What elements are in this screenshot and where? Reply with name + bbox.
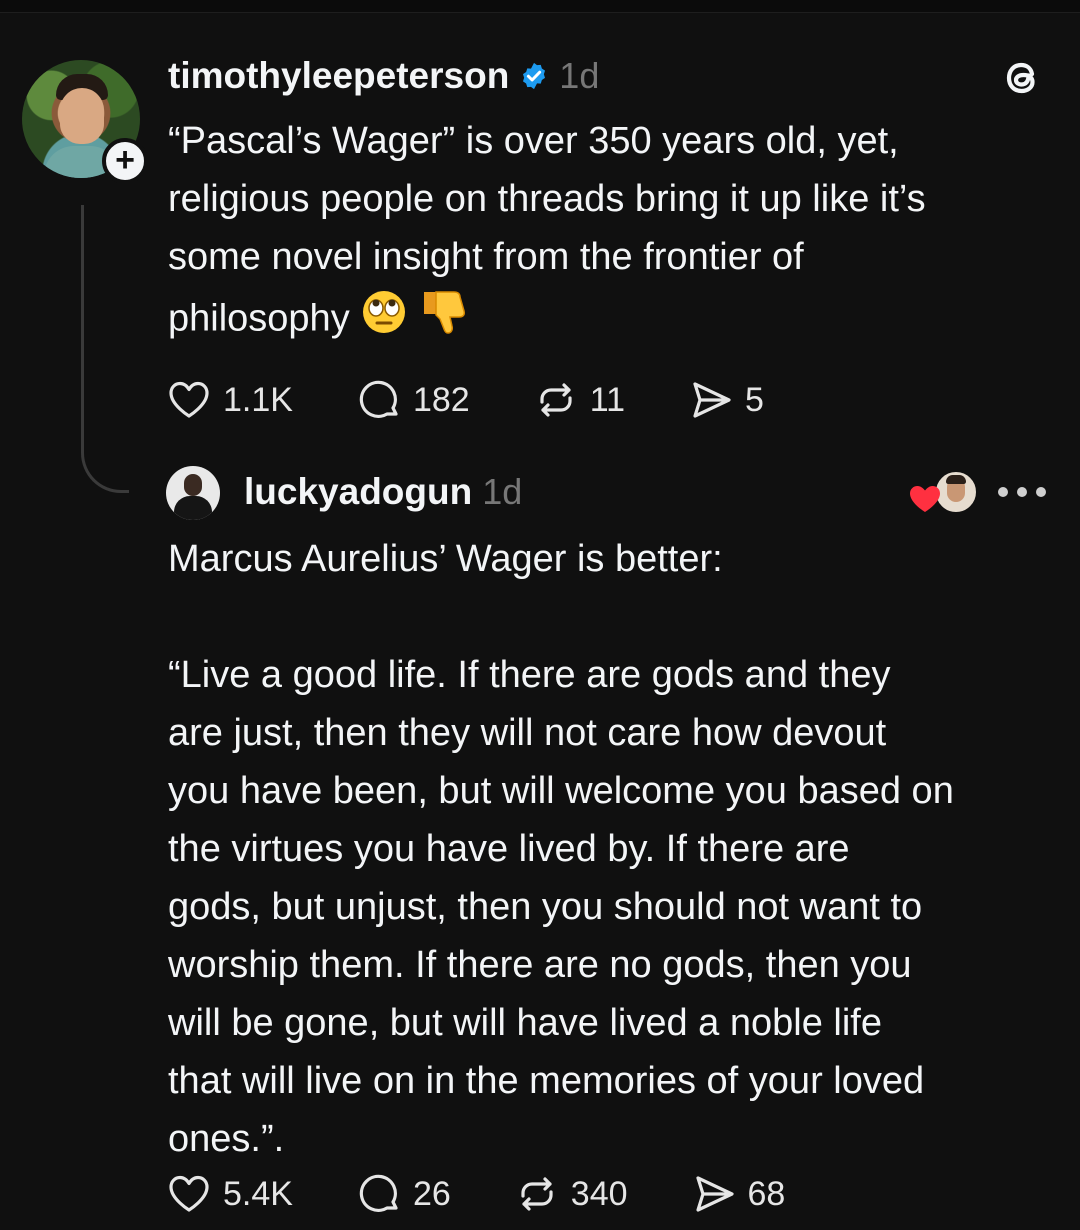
post-text: “Pascal’s Wager” is over 350 years old, … [168,120,926,340]
reply-actions: 5.4K 26 340 68 [165,1170,785,1218]
reply-button[interactable]: 26 [355,1170,451,1218]
repost-icon [521,1177,553,1211]
share-count: 68 [747,1174,786,1213]
like-count: 1.1K [223,380,293,419]
thumbs-down-emoji-icon [418,286,470,355]
repost-button[interactable]: 340 [513,1170,628,1218]
heart-icon [169,381,209,418]
heart-icon [910,486,940,512]
comment-icon [359,1174,398,1212]
status-bar-edge [0,0,1080,13]
reply-author-avatar[interactable] [166,466,220,520]
reply-body: Marcus Aurelius’ Wager is better: “Live … [168,538,954,1160]
share-button[interactable]: 68 [690,1170,786,1218]
repost-count: 340 [570,1174,628,1213]
like-count: 5.4K [223,1174,293,1213]
post-header: timothyleepeterson 1d [168,52,599,100]
post-body: “Pascal’s Wager” is over 350 years old, … [168,112,1048,355]
repost-count: 11 [589,380,625,419]
share-count: 5 [744,380,764,419]
reply-count: 26 [412,1174,451,1213]
threads-logo-icon[interactable] [998,54,1046,102]
share-icon [693,382,731,418]
more-icon[interactable] [998,484,1046,500]
liked-by-author-indicator [908,468,978,516]
comment-icon [359,380,398,418]
reply-header: luckyadogun 1d [244,468,522,516]
follow-plus-icon[interactable]: + [102,138,148,184]
reply-count: 182 [412,380,470,419]
like-button[interactable]: 5.4K [165,1170,293,1218]
share-button[interactable]: 5 [687,376,764,424]
rolling-eyes-emoji-icon [360,288,408,353]
post-actions: 1.1K 182 11 5 [165,376,764,424]
thread-connector-line [81,205,129,493]
like-button[interactable]: 1.1K [165,376,293,424]
repost-button[interactable]: 11 [532,376,625,424]
verified-badge-icon [523,62,546,90]
post-author-username[interactable]: timothyleepeterson [168,55,509,97]
reply-button[interactable]: 182 [355,376,470,424]
share-icon [695,1176,734,1212]
repost-icon [540,383,572,417]
post-timestamp: 1d [559,55,600,96]
reply-author-username[interactable]: luckyadogun [244,471,472,513]
heart-icon [169,1175,209,1212]
reply-timestamp: 1d [482,471,523,512]
